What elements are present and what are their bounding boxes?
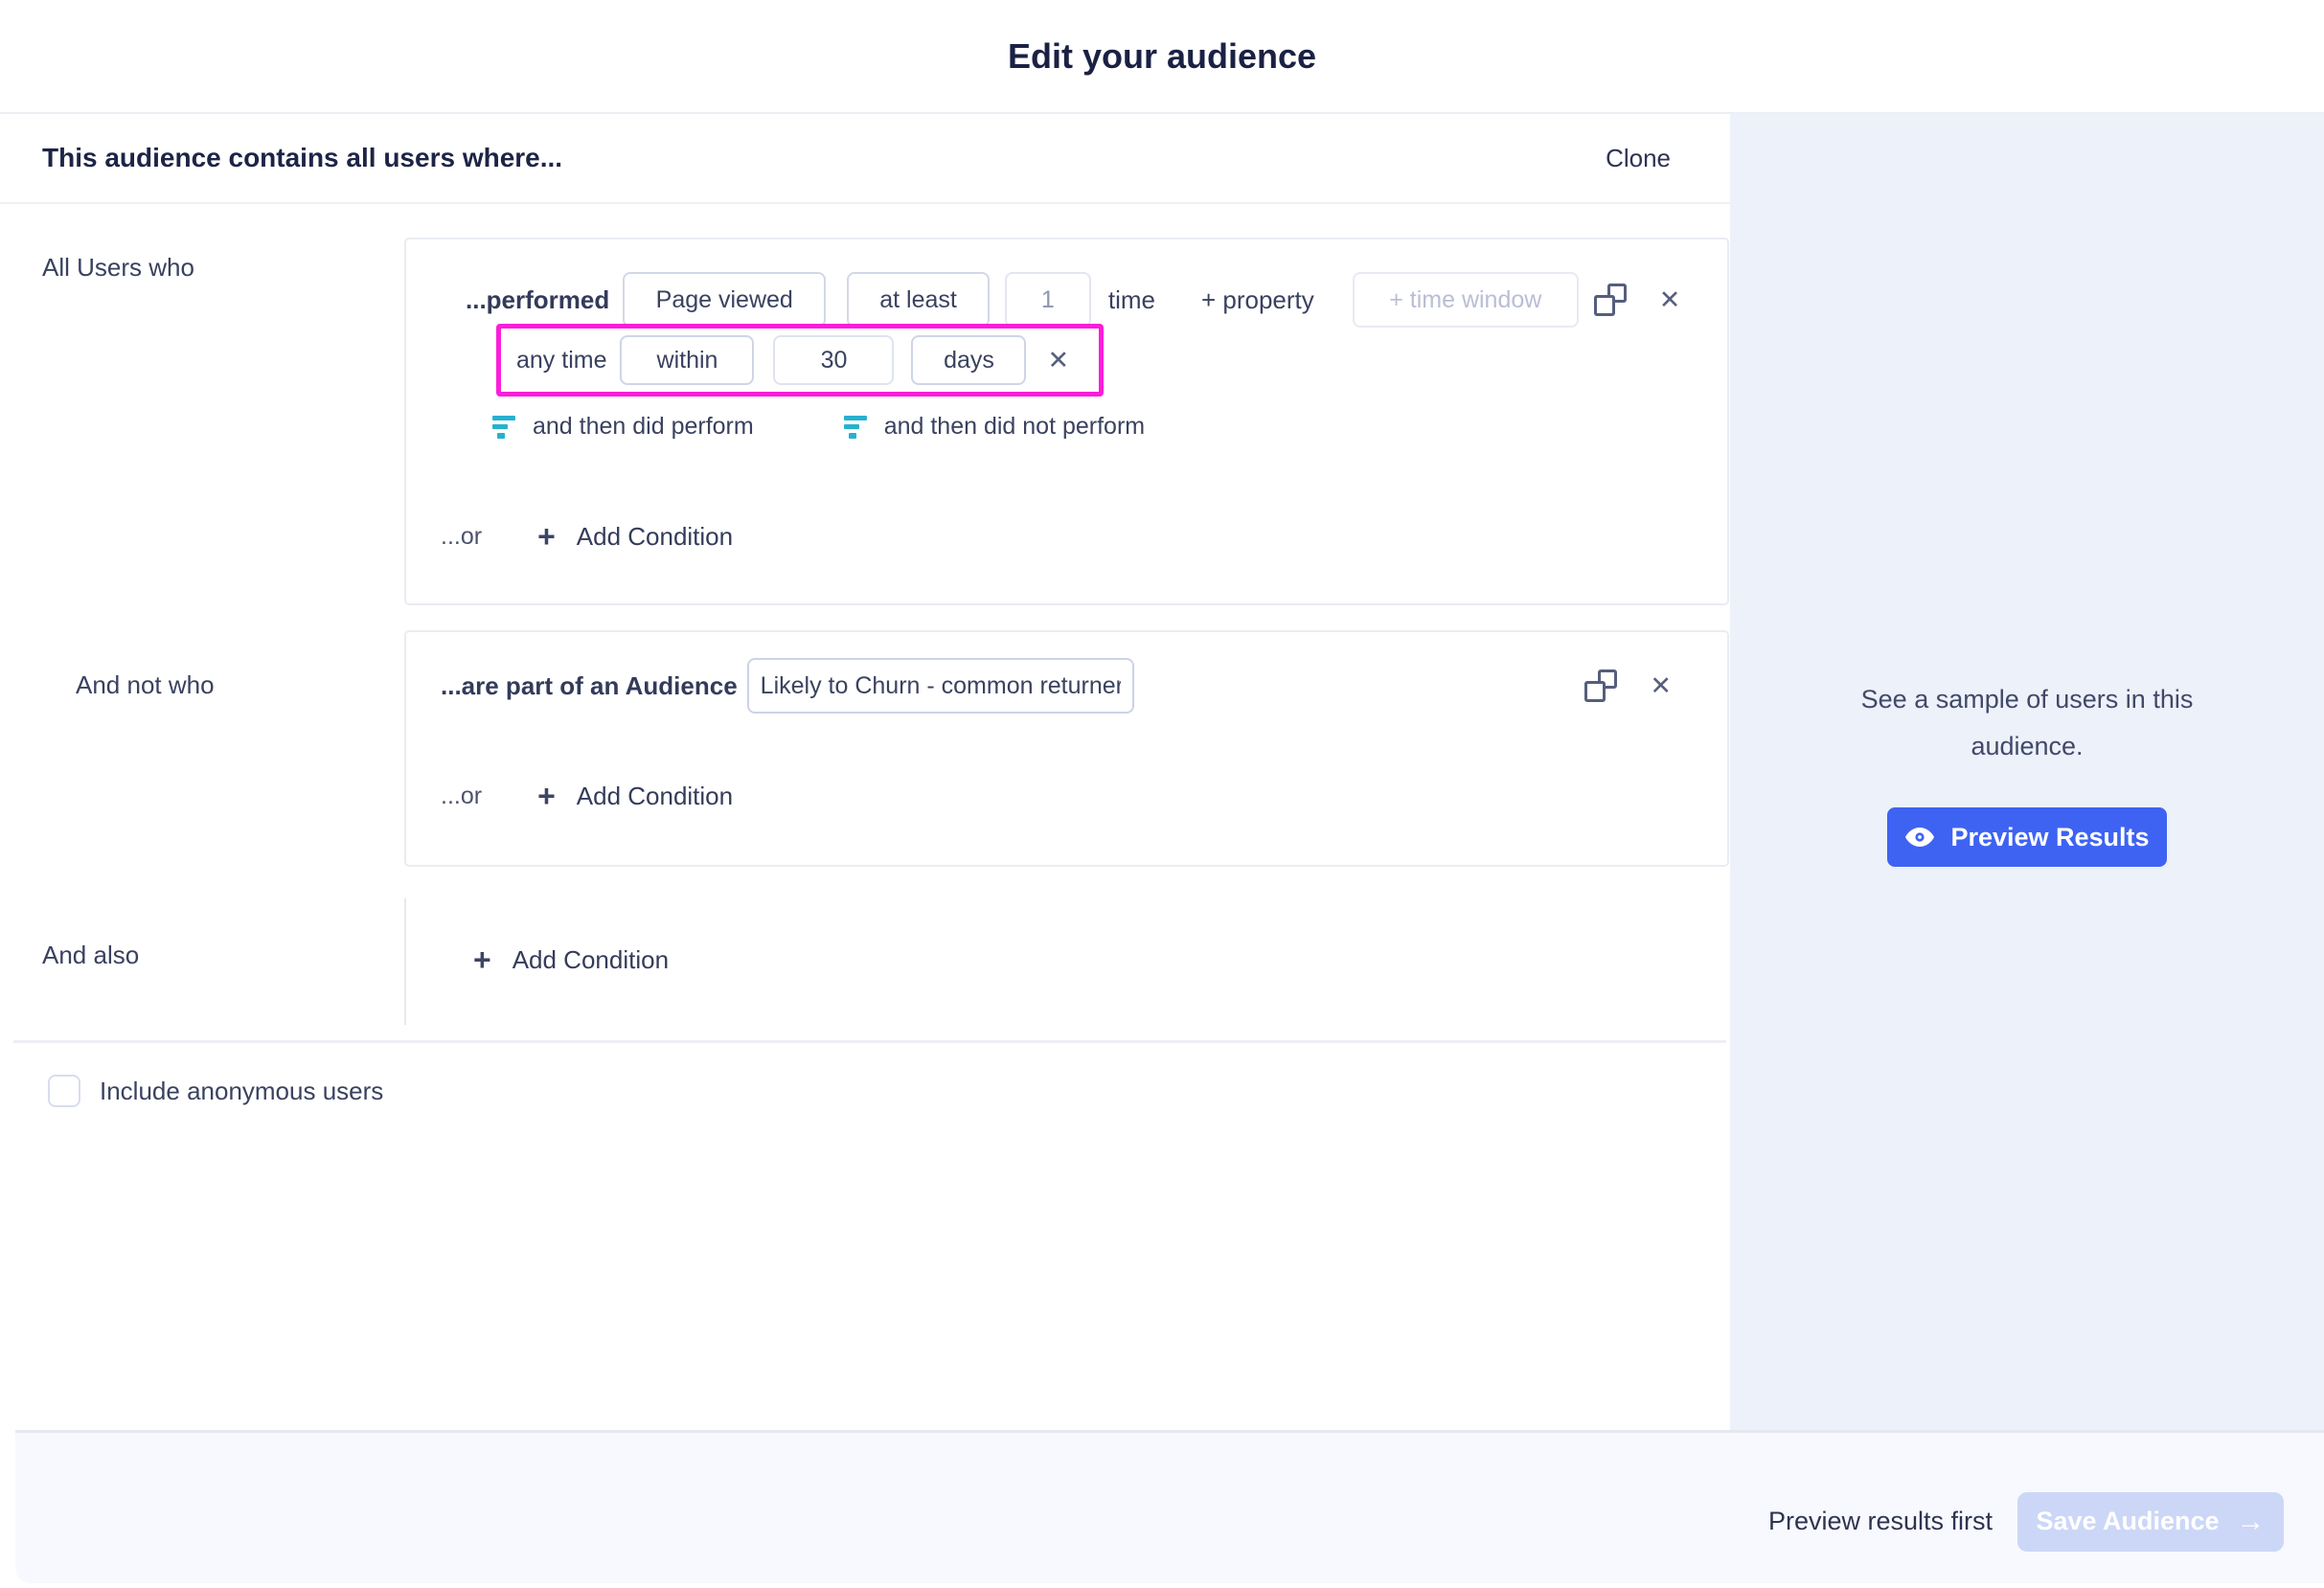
preview-results-label: Preview Results	[1950, 823, 2149, 852]
or-label: ...or	[441, 523, 482, 551]
time-unit-select[interactable]: days	[911, 335, 1026, 385]
time-window-value-input[interactable]	[773, 335, 894, 385]
within-select[interactable]: within	[620, 335, 754, 385]
clone-button[interactable]: Clone	[1606, 144, 1671, 173]
time-window-prefix: any time	[516, 347, 606, 374]
audience-rule-heading: This audience contains all users where..…	[42, 143, 562, 173]
then-did-perform-label: and then did perform	[533, 413, 754, 441]
condition-card-performed: ...performed Page viewed at least time +…	[404, 238, 1729, 605]
sequence-links-row: and then did perform and then did not pe…	[492, 412, 1145, 441]
performed-prefix: ...performed	[466, 285, 609, 315]
filter-icon	[492, 415, 517, 439]
add-condition-button[interactable]: Add Condition	[513, 945, 669, 975]
add-condition-button[interactable]: Add Condition	[577, 522, 733, 552]
time-window-row-highlighted: any time within days ✕	[496, 324, 1104, 397]
and-also-divider	[404, 898, 406, 1025]
operator-select[interactable]: at least	[847, 272, 990, 328]
close-icon[interactable]: ✕	[1650, 673, 1672, 699]
preview-panel: See a sample of users in this audience. …	[1730, 113, 2324, 1430]
page-title: Edit your audience	[0, 0, 2324, 112]
then-did-not-perform-label: and then did not perform	[884, 413, 1145, 441]
plus-icon: +	[473, 944, 491, 975]
duplicate-icon[interactable]	[1594, 284, 1627, 316]
preview-results-button[interactable]: Preview Results	[1887, 807, 2167, 867]
anonymous-users-row: Include anonymous users	[48, 1075, 383, 1107]
footer-bar: Preview results first Save Audience →	[15, 1430, 2324, 1583]
audience-header: This audience contains all users where..…	[0, 114, 1730, 204]
audience-select-input[interactable]	[747, 658, 1134, 714]
close-icon[interactable]: ✕	[1659, 287, 1681, 313]
or-add-condition-row: ...or + Add Condition	[441, 779, 733, 813]
group-label-all-users: All Users who	[42, 253, 194, 283]
or-label: ...or	[441, 783, 482, 810]
and-also-add-condition-row: + Add Condition	[473, 942, 669, 977]
eye-icon	[1904, 827, 1935, 848]
add-property-button[interactable]: + property	[1201, 285, 1314, 315]
arrow-right-icon: →	[2237, 1508, 2266, 1536]
count-input[interactable]	[1005, 272, 1091, 328]
audience-row: ...are part of an Audience ✕	[441, 658, 1672, 714]
duplicate-icon[interactable]	[1584, 669, 1617, 702]
add-condition-button[interactable]: Add Condition	[577, 782, 733, 811]
performed-row: ...performed Page viewed at least time +…	[466, 272, 1702, 328]
or-add-condition-row: ...or + Add Condition	[441, 519, 733, 554]
then-did-perform-link[interactable]: and then did perform	[492, 413, 754, 441]
then-did-not-perform-link[interactable]: and then did not perform	[844, 413, 1145, 441]
group-label-and-not-who: And not who	[76, 670, 215, 700]
count-suffix: time	[1108, 285, 1155, 315]
group-label-and-also: And also	[42, 941, 139, 970]
plus-icon: +	[537, 781, 556, 811]
time-window-placeholder-button[interactable]: + time window	[1353, 272, 1579, 328]
section-separator	[13, 1040, 1726, 1043]
save-audience-label: Save Audience	[2036, 1507, 2219, 1536]
anonymous-checkbox-label: Include anonymous users	[100, 1077, 383, 1106]
edit-audience-modal: Edit your audience This audience contain…	[0, 0, 2324, 1588]
preview-panel-message: See a sample of users in this audience.	[1835, 676, 2219, 769]
anonymous-checkbox[interactable]	[48, 1075, 80, 1107]
event-select[interactable]: Page viewed	[623, 272, 826, 328]
save-audience-button[interactable]: Save Audience →	[2017, 1492, 2284, 1552]
filter-icon	[844, 415, 869, 439]
condition-card-audience: ...are part of an Audience ✕ ...or + Add…	[404, 630, 1729, 867]
plus-icon: +	[537, 521, 556, 552]
audience-prefix: ...are part of an Audience	[441, 671, 738, 701]
time-window-close-icon[interactable]: ✕	[1047, 348, 1069, 374]
preview-first-hint: Preview results first	[1768, 1507, 1993, 1536]
